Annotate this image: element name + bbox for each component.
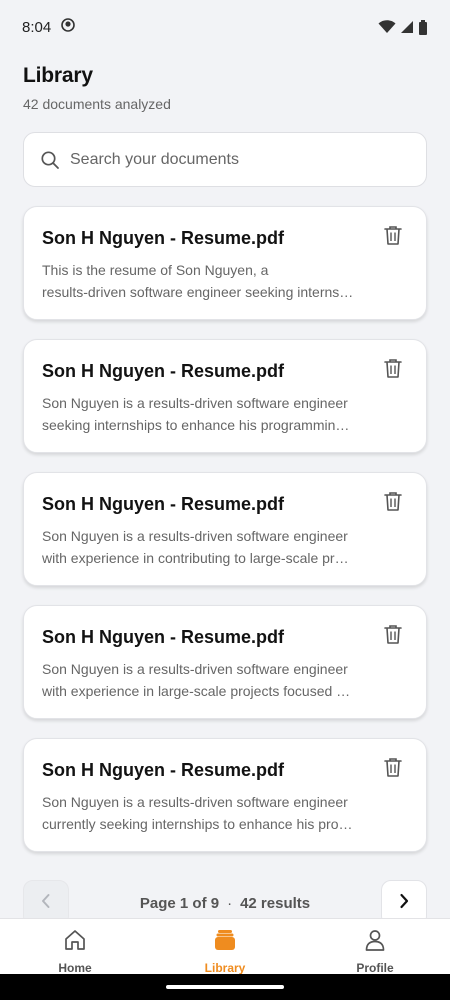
nav-item-home[interactable]: Home: [0, 919, 150, 975]
wifi-icon: [378, 20, 396, 34]
cellular-signal-icon: [400, 20, 414, 34]
trash-icon: [384, 624, 402, 649]
delete-button[interactable]: [382, 757, 404, 781]
delete-button[interactable]: [382, 225, 404, 249]
page-info: Page 1 of 9 · 42 results: [140, 895, 310, 912]
page-separator: ·: [227, 894, 233, 912]
battery-icon: [418, 19, 428, 35]
nav-item-library[interactable]: Library: [150, 919, 300, 975]
search-input[interactable]: [70, 150, 410, 169]
library-icon: [213, 927, 237, 953]
nav-label-profile: Profile: [356, 961, 394, 975]
document-description: Son Nguyen is a results-driven software …: [42, 791, 372, 835]
document-description-line: Son Nguyen is a results-driven software …: [42, 528, 348, 544]
document-description-line: Son Nguyen is a results-driven software …: [42, 661, 348, 677]
document-description: Son Nguyen is a results-driven software …: [42, 658, 372, 702]
page-label: Page 1 of 9: [139, 894, 220, 912]
document-description-line: seeking internships to enhance his progr…: [42, 417, 350, 433]
document-title: Son H Nguyen - Resume.pdf: [42, 760, 285, 780]
status-right: [378, 19, 428, 35]
document-title: Son H Nguyen - Resume.pdf: [42, 361, 285, 381]
nav-item-profile[interactable]: Profile: [300, 919, 450, 975]
system-gesture-bar: [0, 974, 450, 1000]
document-description-line: Son Nguyen is a results-driven software …: [42, 395, 348, 411]
trash-icon: [384, 757, 402, 782]
trash-icon: [384, 225, 402, 250]
document-title: Son H Nguyen - Resume.pdf: [42, 228, 285, 248]
document-description-line: with experience in contributing to large…: [42, 550, 349, 566]
document-title: Son H Nguyen - Resume.pdf: [42, 494, 285, 514]
page-title: Library: [23, 64, 93, 87]
page-subtitle: 42 documents analyzed: [23, 96, 171, 112]
home-icon: [63, 927, 87, 953]
document-list: Son H Nguyen - Resume.pdf This is the re…: [23, 206, 427, 871]
document-description-line: with experience in large-scale projects …: [42, 683, 351, 699]
bottom-navigation: Home Library Profile: [0, 918, 450, 975]
document-description-line: currently seeking internships to enhance…: [42, 816, 353, 832]
document-card[interactable]: Son H Nguyen - Resume.pdf Son Nguyen is …: [23, 738, 427, 852]
document-description: This is the resume of Son Nguyen, a resu…: [42, 259, 372, 303]
delete-button[interactable]: [382, 491, 404, 515]
notification-icon: [61, 18, 76, 36]
status-time: 8:04: [22, 18, 52, 36]
results-count: 42 results: [240, 894, 311, 912]
home-gesture-handle[interactable]: [166, 985, 284, 989]
trash-icon: [384, 358, 402, 383]
search-box[interactable]: [23, 132, 427, 187]
document-description-line: This is the resume of Son Nguyen, a: [42, 262, 269, 278]
nav-label-library: Library: [204, 961, 246, 975]
document-description-line: results-driven software engineer seeking…: [42, 284, 354, 300]
document-card[interactable]: Son H Nguyen - Resume.pdf Son Nguyen is …: [23, 472, 427, 586]
document-description-line: Son Nguyen is a results-driven software …: [42, 794, 348, 810]
delete-button[interactable]: [382, 624, 404, 648]
document-description: Son Nguyen is a results-driven software …: [42, 392, 372, 436]
chevron-left-icon: [40, 893, 52, 914]
header: Library 42 documents analyzed: [23, 64, 427, 112]
search-icon: [40, 150, 60, 170]
trash-icon: [384, 491, 402, 516]
person-icon: [363, 927, 387, 953]
status-bar: 8:04: [0, 0, 450, 54]
status-left: 8:04: [22, 18, 76, 36]
document-description: Son Nguyen is a results-driven software …: [42, 525, 372, 569]
delete-button[interactable]: [382, 358, 404, 382]
document-title: Son H Nguyen - Resume.pdf: [42, 627, 285, 647]
document-card[interactable]: Son H Nguyen - Resume.pdf Son Nguyen is …: [23, 605, 427, 719]
document-card[interactable]: Son H Nguyen - Resume.pdf Son Nguyen is …: [23, 339, 427, 453]
nav-label-home: Home: [58, 961, 92, 975]
document-card[interactable]: Son H Nguyen - Resume.pdf This is the re…: [23, 206, 427, 320]
chevron-right-icon: [398, 893, 410, 914]
